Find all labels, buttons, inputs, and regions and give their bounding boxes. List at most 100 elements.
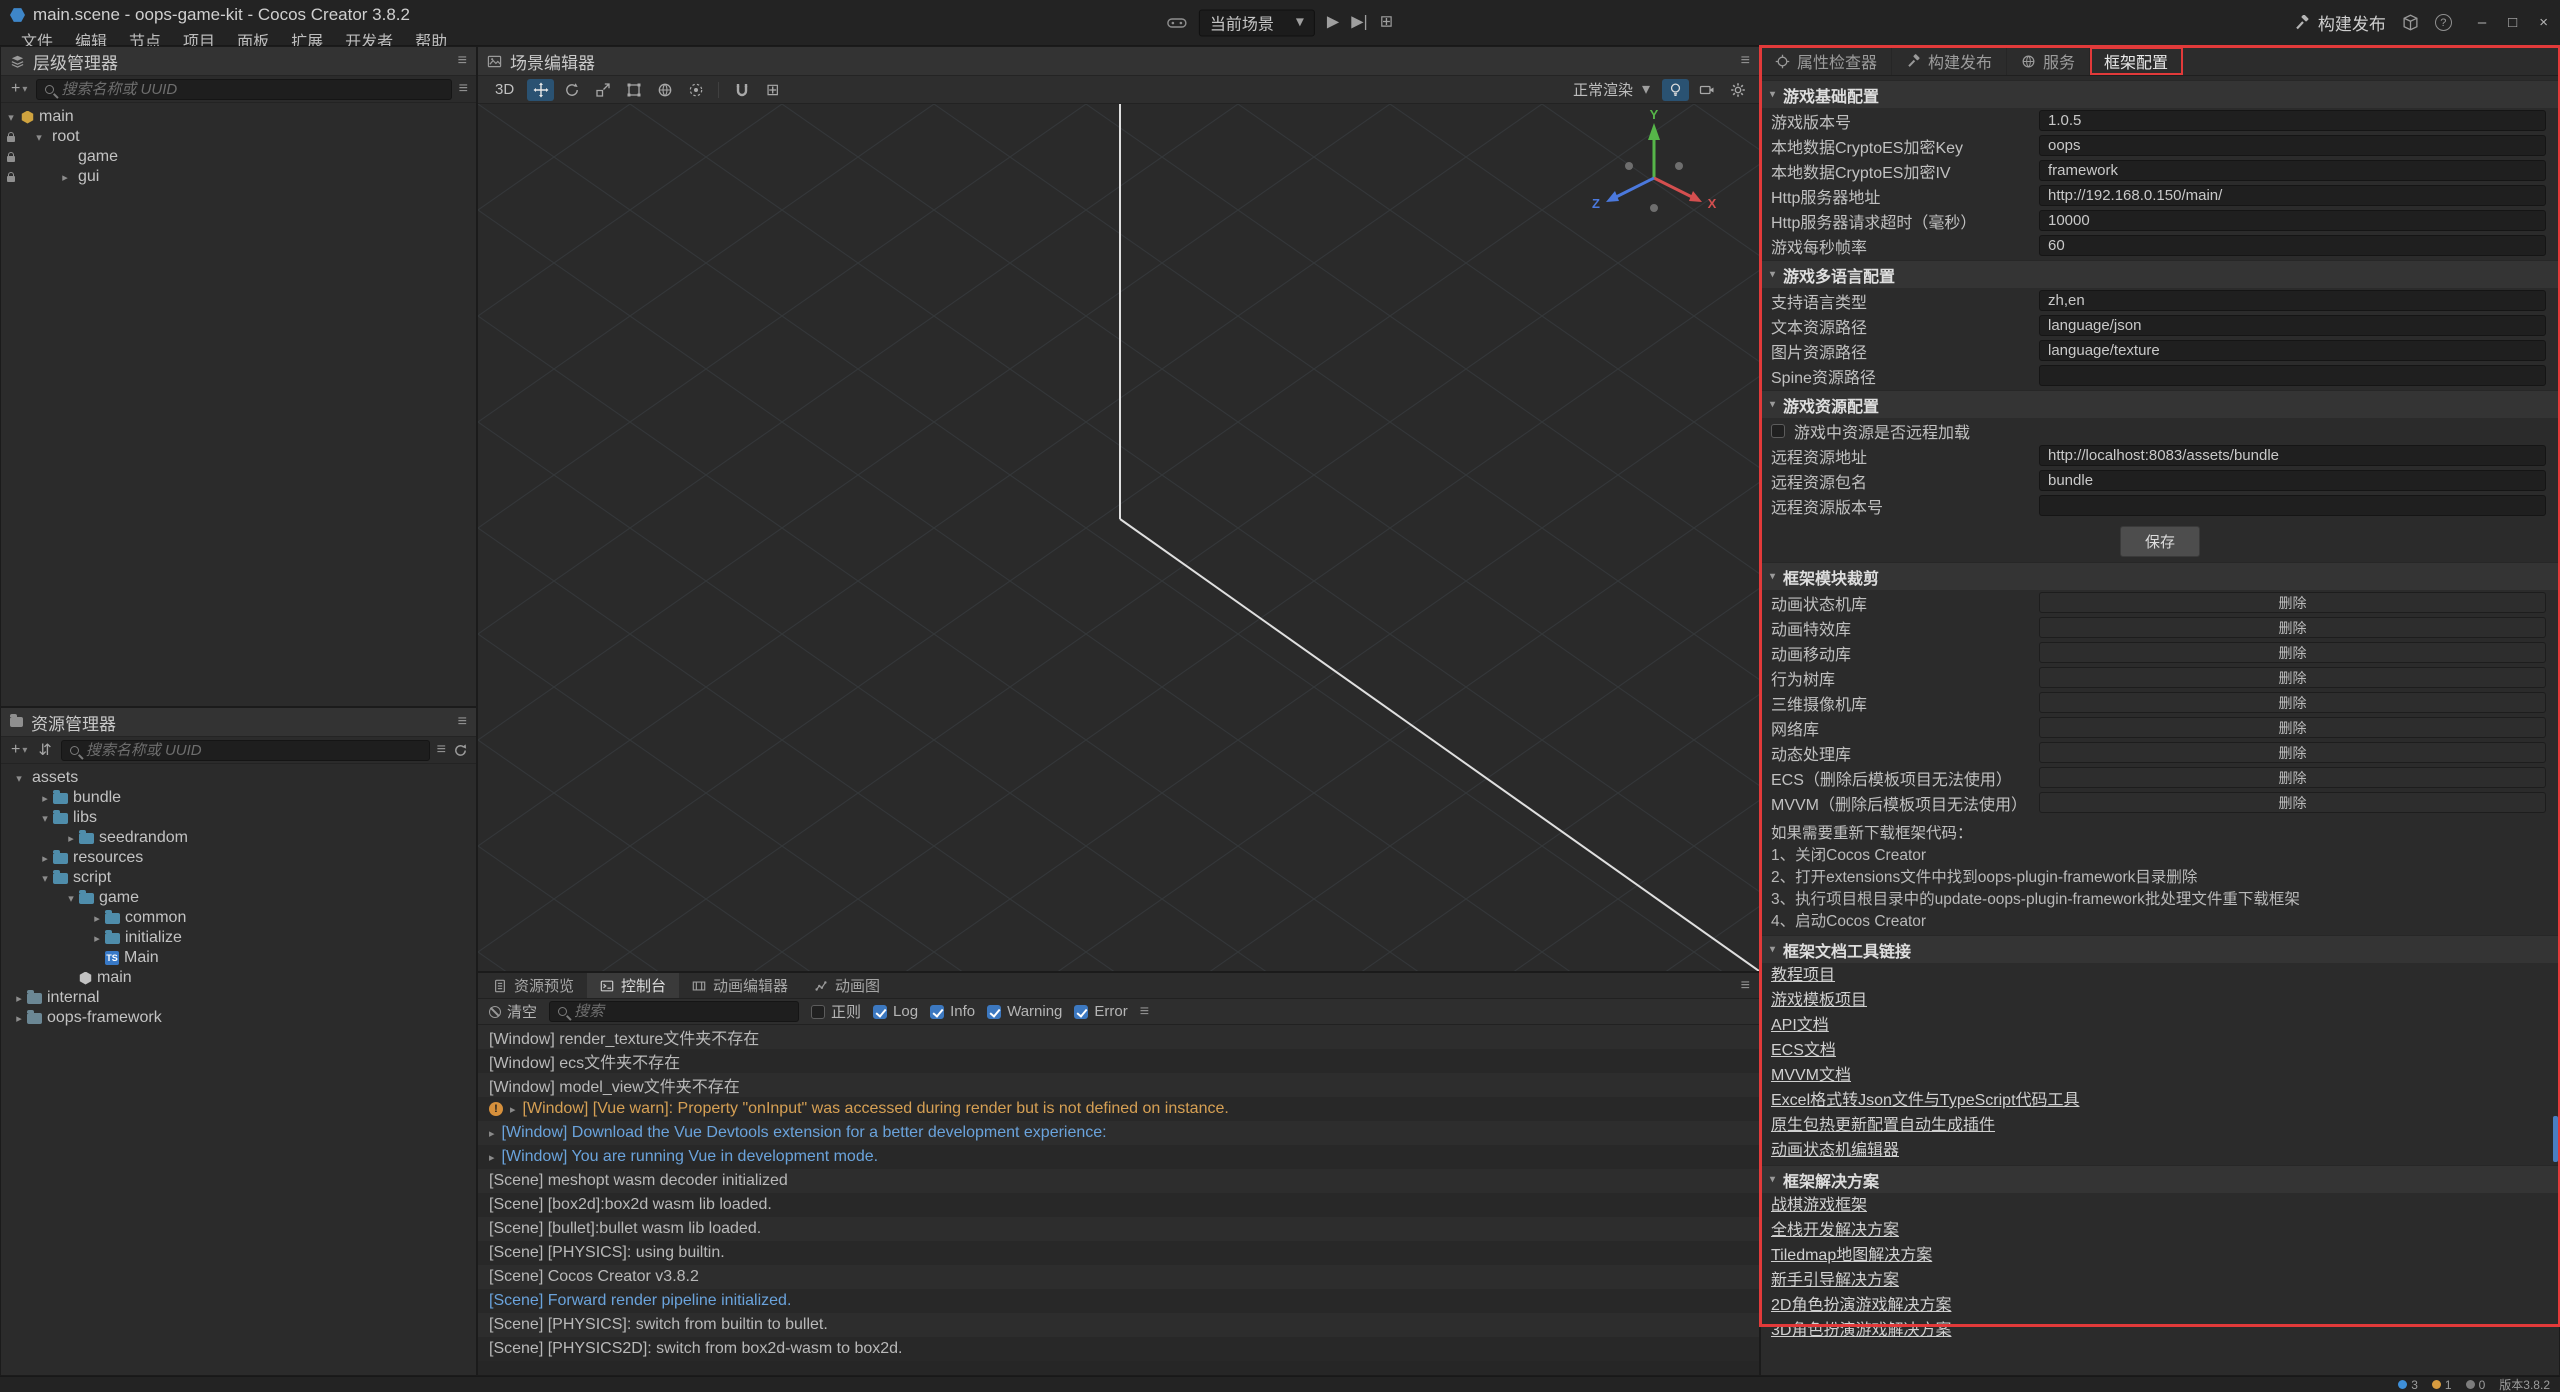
lock-icon[interactable]	[7, 176, 15, 182]
filter-warning[interactable]: Warning	[987, 1003, 1062, 1020]
log-row[interactable]: [Scene] [box2d]:box2d wasm lib loaded.	[478, 1193, 1759, 1217]
collapse-arrow-icon[interactable]: ▾	[63, 892, 79, 905]
expand-arrow-icon[interactable]: ▸	[89, 912, 105, 925]
delete-button[interactable]: 删除	[2039, 742, 2546, 763]
expand-arrow-icon[interactable]: ▸	[37, 792, 53, 805]
build-publish-button[interactable]: 构建发布	[2294, 10, 2386, 35]
delete-button[interactable]: 删除	[2039, 667, 2546, 688]
delete-button[interactable]: 删除	[2039, 617, 2546, 638]
section-doc-links[interactable]: ▾ 框架文档工具链接	[1761, 935, 2559, 963]
panel-menu-icon[interactable]: ≡	[1741, 52, 1750, 70]
tab-animation-editor[interactable]: 动画编辑器	[679, 973, 801, 998]
filter-info[interactable]: Info	[930, 1003, 975, 1020]
asset-node-main-ts[interactable]: TS Main	[11, 948, 476, 968]
solution-link-fullstack[interactable]: 全栈开发解决方案	[1761, 1218, 2559, 1243]
asset-node-assets[interactable]: ▾ assets	[11, 768, 476, 788]
tab-property-inspector[interactable]: 属性检查器	[1761, 47, 1892, 75]
create-node-button[interactable]: +▾	[9, 80, 29, 98]
error-count-badge[interactable]: 3	[2398, 1378, 2418, 1392]
help-icon[interactable]: ?	[2435, 14, 2452, 31]
asset-node-libs[interactable]: ▾ libs	[11, 808, 476, 828]
collapse-arrow-icon[interactable]: ▾	[11, 772, 27, 785]
lang-texture-path-input[interactable]	[2039, 340, 2546, 361]
doc-link-api[interactable]: API文档	[1761, 1013, 2559, 1038]
delete-button[interactable]: 删除	[2039, 642, 2546, 663]
tree-node-root[interactable]: ▾ root	[1, 127, 476, 147]
asset-node-seedrandom[interactable]: ▸ seedrandom	[11, 828, 476, 848]
lock-icon[interactable]	[7, 156, 15, 162]
asset-node-main-scene[interactable]: main	[11, 968, 476, 988]
crypto-key-input[interactable]	[2039, 135, 2546, 156]
doc-link-excel-tool[interactable]: Excel格式转Json文件与TypeScript代码工具	[1761, 1088, 2559, 1113]
solution-link-chess[interactable]: 战棋游戏框架	[1761, 1193, 2559, 1218]
game-version-input[interactable]	[2039, 110, 2546, 131]
section-resource-config[interactable]: ▾ 游戏资源配置	[1761, 390, 2559, 418]
lang-json-path-input[interactable]	[2039, 315, 2546, 336]
tab-animation-graph[interactable]: 动画图	[801, 973, 893, 998]
doc-link-hotupdate-plugin[interactable]: 原生包热更新配置自动生成插件	[1761, 1113, 2559, 1138]
render-mode-select[interactable]: 正常渲染 ▾	[1565, 79, 1658, 100]
minimize-button[interactable]: –	[2478, 14, 2486, 31]
asset-node-common[interactable]: ▸ common	[11, 908, 476, 928]
lock-icon[interactable]	[7, 136, 15, 142]
preview-target-icon[interactable]	[1167, 15, 1187, 31]
play-button[interactable]: ▶	[1327, 15, 1339, 31]
asset-node-oops-framework[interactable]: ▸ oops-framework	[11, 1008, 476, 1028]
collapse-arrow-icon[interactable]: ▾	[31, 131, 47, 144]
remote-version-input[interactable]	[2039, 495, 2546, 516]
expand-arr ow-icon[interactable]: ▸	[11, 992, 27, 1005]
log-checkbox[interactable]	[873, 1005, 887, 1019]
log-row[interactable]: [Window] ecs文件夹不存在	[478, 1049, 1759, 1073]
http-timeout-input[interactable]	[2039, 210, 2546, 231]
section-solutions[interactable]: ▾ 框架解决方案	[1761, 1165, 2559, 1193]
panel-menu-icon[interactable]: ≡	[458, 52, 467, 70]
expand-arrow-icon[interactable]: ▸	[57, 171, 73, 184]
tab-build-publish[interactable]: 构建发布	[1892, 47, 2007, 75]
hierarchy-search-input[interactable]	[61, 81, 442, 98]
log-row[interactable]: [Scene] [PHYSICS2D]: switch from box2d-w…	[478, 1337, 1759, 1361]
log-row[interactable]: [Scene] meshopt wasm decoder initialized	[478, 1169, 1759, 1193]
log-row[interactable]: [Window] render_texture文件夹不存在	[478, 1025, 1759, 1049]
sort-assets-icon[interactable]: ⇵	[36, 740, 53, 760]
section-module-trim[interactable]: ▾ 框架模块裁剪	[1761, 562, 2559, 590]
collapse-arrow-icon[interactable]: ▾	[37, 812, 53, 825]
assets-search-input[interactable]	[86, 742, 421, 759]
delete-button[interactable]: 删除	[2039, 792, 2546, 813]
expand-arrow-icon[interactable]: ▸	[37, 852, 53, 865]
delete-button[interactable]: 删除	[2039, 767, 2546, 788]
asset-filter-icon[interactable]: ≡	[437, 741, 446, 759]
error-checkbox[interactable]	[1074, 1005, 1088, 1019]
spine-path-input[interactable]	[2039, 365, 2546, 386]
create-asset-button[interactable]: +▾	[9, 741, 29, 759]
warning-count-badge[interactable]: 1	[2432, 1378, 2452, 1392]
warning-checkbox[interactable]	[987, 1005, 1001, 1019]
expand-arrow-icon[interactable]: ▸	[489, 1151, 495, 1164]
asset-node-initialize[interactable]: ▸ initialize	[11, 928, 476, 948]
log-row[interactable]: [Scene] [PHYSICS]: switch from builtin t…	[478, 1313, 1759, 1337]
asset-node-internal[interactable]: ▸ internal	[11, 988, 476, 1008]
log-row[interactable]: [Scene] [PHYSICS]: using builtin.	[478, 1241, 1759, 1265]
log-row-warning[interactable]: ! ▸ [Window] [Vue warn]: Property "onInp…	[478, 1097, 1759, 1121]
rect-tool[interactable]	[620, 79, 647, 101]
doc-link-ecs[interactable]: ECS文档	[1761, 1038, 2559, 1063]
clear-console-button[interactable]: 清空	[489, 1001, 537, 1022]
asset-node-game[interactable]: ▾ game	[11, 888, 476, 908]
delete-button[interactable]: 删除	[2039, 692, 2546, 713]
scene-viewport[interactable]: Y X Z	[478, 104, 1759, 971]
remote-load-checkbox[interactable]	[1771, 424, 1785, 438]
delete-button[interactable]: 删除	[2039, 717, 2546, 738]
save-button[interactable]: 保存	[2120, 526, 2200, 557]
solution-link-guide[interactable]: 新手引导解决方案	[1761, 1268, 2559, 1293]
expand-arrow-icon[interactable]: ▸	[63, 832, 79, 845]
snap-tool[interactable]	[728, 79, 755, 101]
log-row[interactable]: [Window] model_view文件夹不存在	[478, 1073, 1759, 1097]
scene-camera-settings[interactable]	[1693, 79, 1720, 101]
scene-settings-gear[interactable]	[1724, 79, 1751, 101]
tab-framework-config[interactable]: 框架配置	[2090, 47, 2183, 75]
refresh-icon[interactable]	[453, 743, 468, 758]
collapse-arrow-icon[interactable]: ▾	[3, 111, 19, 124]
doc-link-mvvm[interactable]: MVVM文档	[1761, 1063, 2559, 1088]
asset-node-bundle[interactable]: ▸ bundle	[11, 788, 476, 808]
regex-checkbox[interactable]	[811, 1005, 825, 1019]
log-row[interactable]: [Scene] [bullet]:bullet wasm lib loaded.	[478, 1217, 1759, 1241]
